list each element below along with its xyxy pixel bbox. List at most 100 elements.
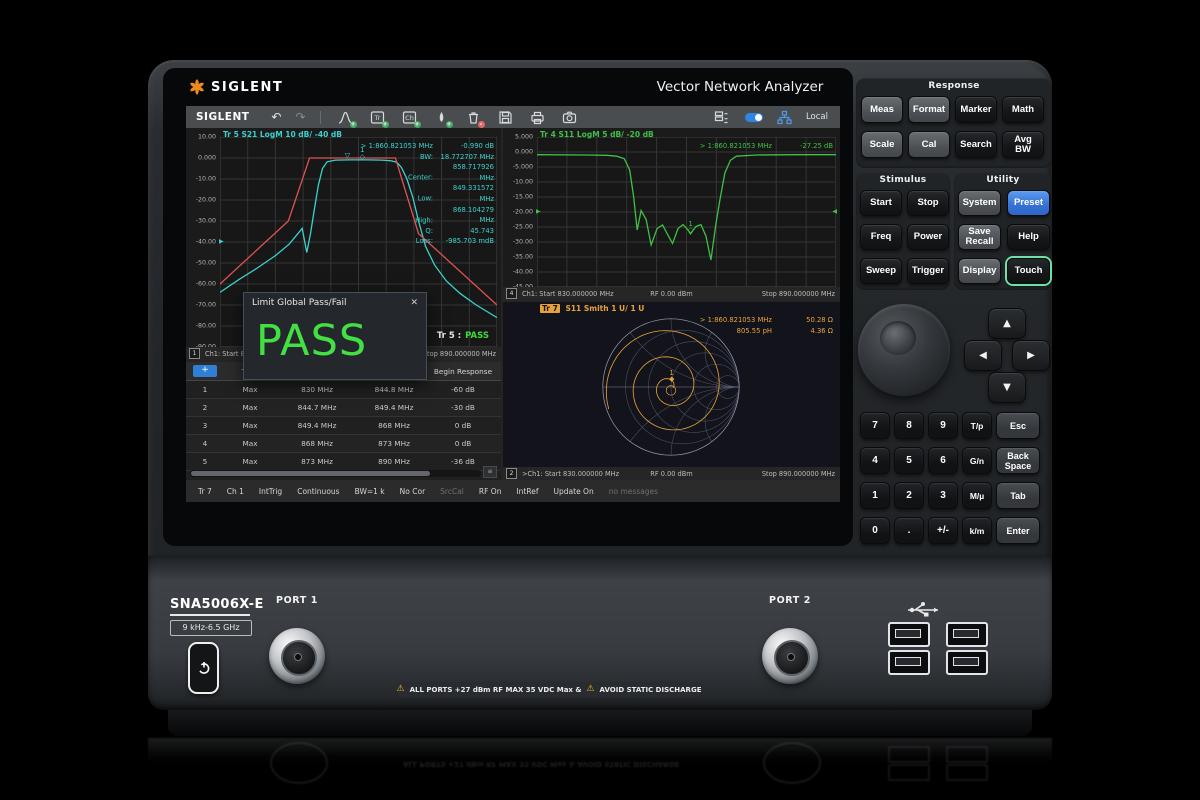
readout-value: -0.990 dB [440,141,494,152]
stimulus-button-power[interactable]: Power [907,224,949,250]
y-tick-label: -70.00 [196,302,216,309]
stimulus-button-start[interactable]: Start [860,190,902,216]
keypad-key-4[interactable]: 4 [860,447,890,474]
power-button[interactable] [188,642,219,694]
utility-button-touch[interactable]: Touch [1007,258,1050,284]
trace-label: Tr 4 [540,130,556,139]
response-button-format[interactable]: Format [908,96,950,123]
limit-test-value: PASS [465,331,489,341]
footer-stop-freq: Stop 890.000000 MHz [762,470,835,478]
limit-table-row[interactable]: 4Max868 MHz873 MHz0 dB [186,435,501,453]
response-button-cal[interactable]: Cal [908,131,950,158]
add-segment-button[interactable]: + [193,365,217,377]
key-enter[interactable]: Enter [996,517,1040,544]
response-button-meas[interactable]: Meas [861,96,903,123]
arrow-right-button[interactable]: ▶ [1012,340,1050,371]
screenshot-camera-icon[interactable] [562,110,577,125]
y-tick-label: -40.00 [196,239,216,246]
smith-chart-window[interactable]: Tr 7 S11 Smith 1 U/ 1 U1◆2>Ch1: Start 83… [503,302,840,480]
table-cell: 4 [186,439,224,448]
stimulus-button-trigger[interactable]: Trigger [907,258,949,284]
readout-value: 4.36 Ω [779,326,833,337]
chart-header: Tr 4 S11 LogM 5 dB/ -20 dB [540,130,654,139]
utility-button-save-recall[interactable]: Save Recall [958,224,1001,250]
chart-s11-window[interactable]: Tr 4 S11 LogM 5 dB/ -20 dB 5.0000.000-5.0… [503,128,840,300]
keypad-key--[interactable]: . [894,517,924,544]
readout-row: Q:45.743 [361,226,494,237]
brand-logo-text: SIGLENT [211,80,283,95]
response-button-search[interactable]: Search [955,131,997,158]
warning-text-1: ALL PORTS +27 dBm RF MAX 35 VDC Max & [410,686,582,694]
utility-button-help[interactable]: Help [1007,224,1050,250]
keypad-key-m-[interactable]: M/µ [962,482,992,509]
keypad-key-k-m[interactable]: k/m [962,517,992,544]
limit-table-row[interactable]: 1Max830 MHz844.8 MHz-60 dB [186,381,501,399]
arrow-left-button[interactable]: ◀ [964,340,1002,371]
redo-icon[interactable]: ↷ [295,110,305,124]
readout-value: 858.717926 MHz [440,162,494,183]
table-scrollbar[interactable] [190,470,481,477]
port1-label: PORT 1 [249,595,345,606]
keypad-key-9[interactable]: 9 [928,412,958,439]
stimulus-button-stop[interactable]: Stop [907,190,949,216]
key-esc[interactable]: Esc [996,412,1040,439]
display-layout-icon[interactable] [714,110,729,125]
keypad-key--[interactable]: +/- [928,517,958,544]
response-button-marker[interactable]: Marker [955,96,997,123]
trace-curve-icon[interactable]: + [338,110,353,125]
response-button-avg-bw[interactable]: Avg BW [1002,131,1044,158]
keypad-key-5[interactable]: 5 [894,447,924,474]
y-axis-labels: 5.0000.000-5.000-10.00-15.00-20.00-25.00… [503,137,536,287]
marker-glyph: ◇ [360,154,365,161]
plot-area[interactable]: 1◇▶◀ [537,137,836,287]
keypad-key-6[interactable]: 6 [928,447,958,474]
y-tick-label: -15.00 [513,194,533,201]
arrow-down-button[interactable]: ▼ [988,372,1026,403]
add-trace-icon[interactable]: Tr+ [370,110,385,125]
stimulus-button-sweep[interactable]: Sweep [860,258,902,284]
response-button-math[interactable]: Math [1002,96,1044,123]
save-icon[interactable] [498,110,513,125]
key-tab[interactable]: Tab [996,482,1040,509]
rotary-knob[interactable] [858,304,950,396]
utility-button-preset[interactable]: Preset [1007,190,1050,216]
footer-start-freq: Ch1: Start 830.000000 MHz [522,290,614,298]
add-segment-cell: + [186,365,224,377]
vna-screen[interactable]: SIGLENT ↶ ↷ + Tr+ Ch+ + - [186,106,840,502]
table-scroll-corner[interactable]: ≡ [483,466,497,478]
utility-button-display[interactable]: Display [958,258,1001,284]
keypad-key-g-n[interactable]: G/n [962,447,992,474]
keypad-key-t-p[interactable]: T/p [962,412,992,439]
stimulus-button-freq[interactable]: Freq [860,224,902,250]
keypad-key-7[interactable]: 7 [860,412,890,439]
utility-button-system[interactable]: System [958,190,1001,216]
limit-table-row[interactable]: 2Max844.7 MHz849.4 MHz-30 dB [186,399,501,417]
touchscreen-toggle[interactable] [745,113,763,122]
limit-table-row[interactable]: 5Max873 MHz890 MHz-36 dB [186,453,501,471]
status-item-update-on: Update On [554,487,594,496]
delete-icon[interactable]: - [466,110,481,125]
print-icon[interactable] [530,110,545,125]
add-marker-icon[interactable]: + [434,110,449,125]
keypad-key-3[interactable]: 3 [928,482,958,509]
y-tick-label: -80.00 [196,323,216,330]
readout-label: 805.55 pH [737,327,772,335]
lan-status-icon[interactable] [777,110,792,125]
limit-table-row[interactable]: 3Max849.4 MHz868 MHz0 dB [186,417,501,435]
keypad-key-1[interactable]: 1 [860,482,890,509]
scrollbar-thumb[interactable] [191,471,430,476]
undo-icon[interactable]: ↶ [271,110,281,124]
warning-strip: ⚠ ALL PORTS +27 dBm RF MAX 35 VDC Max & … [398,682,700,697]
response-button-scale[interactable]: Scale [861,131,903,158]
keypad-key-0[interactable]: 0 [860,517,890,544]
chart-header: Tr 7 S11 Smith 1 U/ 1 U [540,304,644,313]
key-back-space[interactable]: Back Space [996,447,1040,474]
keypad-key-2[interactable]: 2 [894,482,924,509]
marker-readout: > 1:860.821053 MHz50.28 Ω805.55 pH4.36 Ω [700,315,833,336]
limit-pass-fail-dialog: Limit Global Pass/Fail ✕ PASS [243,292,427,380]
arrow-up-button[interactable]: ▲ [988,308,1026,339]
table-cell: 868 MHz [358,421,430,430]
add-channel-icon[interactable]: Ch+ [402,110,417,125]
close-icon[interactable]: ✕ [410,298,418,308]
keypad-key-8[interactable]: 8 [894,412,924,439]
